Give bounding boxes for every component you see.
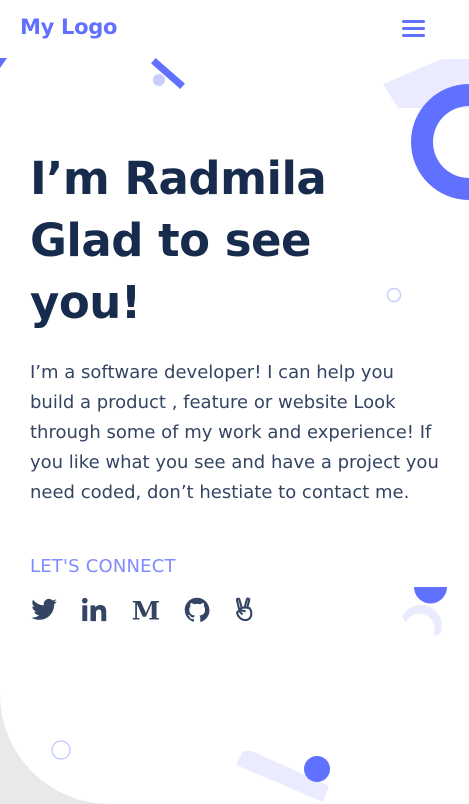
svg-text:M: M <box>132 596 160 624</box>
semicircle-shape <box>414 587 447 604</box>
hero-heading-line: I’m Radmila <box>30 152 327 205</box>
lets-connect-label: LET'S CONNECT <box>30 556 176 577</box>
light-arc-shape <box>402 604 442 636</box>
intro-paragraph: I’m a software developer! I can help you… <box>30 362 439 503</box>
github-icon[interactable] <box>183 596 211 624</box>
angellist-icon[interactable] <box>230 596 258 624</box>
hero-heading: I’m Radmila Glad to see you! <box>30 148 450 334</box>
small-dot-shape <box>153 74 165 86</box>
linkedin-icon[interactable] <box>80 596 108 624</box>
bottom-dot-shape <box>304 756 330 782</box>
hero-heading-line: you! <box>30 276 141 329</box>
logo[interactable]: My Logo <box>20 15 117 39</box>
twitter-icon[interactable] <box>30 596 58 624</box>
hamburger-menu-icon[interactable] <box>401 18 427 40</box>
hero-heading-line: Glad to see <box>30 214 312 267</box>
bottom-outline-circle-shape <box>51 740 71 760</box>
top-navbar: My Logo <box>0 0 469 60</box>
medium-icon[interactable]: M <box>132 596 160 624</box>
